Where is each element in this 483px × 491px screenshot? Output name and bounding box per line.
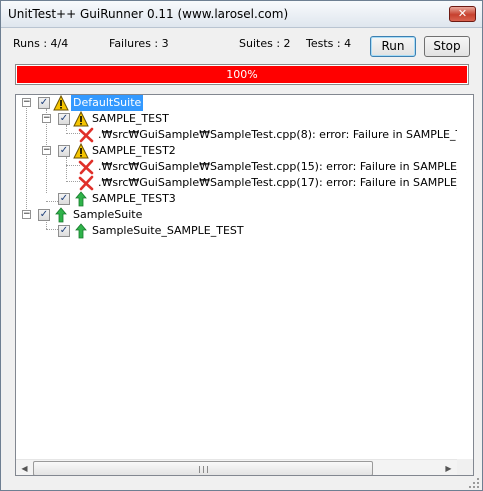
close-button[interactable]: ✕ <box>449 6 476 22</box>
node-label: .₩src₩GuiSample₩SampleTest.cpp(8): error… <box>98 128 457 141</box>
resize-grip-icon[interactable] <box>467 476 480 489</box>
scroll-right-icon[interactable]: ▶ <box>440 460 457 475</box>
node-checkbox[interactable]: ✓ <box>58 193 70 205</box>
collapse-toggle[interactable]: − <box>22 210 31 219</box>
node-checkbox[interactable]: ✓ <box>58 145 70 157</box>
node-label: DefaultSuite <box>71 95 144 111</box>
node-label: SAMPLE_TEST <box>92 112 169 125</box>
tests-count: Tests : 4 <box>306 37 352 50</box>
tree-node-error[interactable]: .₩src₩GuiSample₩SampleTest.cpp(17): erro… <box>16 175 457 191</box>
tree-node-sample-test[interactable]: − ✓ SAMPLE_TEST <box>16 111 457 127</box>
stop-button[interactable]: Stop <box>424 36 470 57</box>
tree-node-sample-test2[interactable]: − ✓ SAMPLE_TEST2 <box>16 143 457 159</box>
scroll-left-icon[interactable]: ◀ <box>16 460 33 475</box>
fail-x-icon <box>78 175 94 191</box>
pass-arrow-icon <box>55 207 67 223</box>
tree-node-error[interactable]: .₩src₩GuiSample₩SampleTest.cpp(15): erro… <box>16 159 457 175</box>
node-label: SAMPLE_TEST3 <box>92 192 176 205</box>
scroll-corner <box>457 459 473 475</box>
close-icon: ✕ <box>457 7 468 20</box>
warning-icon <box>73 111 89 127</box>
node-label: SampleSuite_SAMPLE_TEST <box>92 224 244 237</box>
main-content: Runs : 4/4 Failures : 3 Suites : 2 Tests… <box>1 28 482 490</box>
run-button[interactable]: Run <box>370 36 416 57</box>
window-title: UnitTest++ GuiRunner 0.11 (www.larosel.c… <box>8 7 289 21</box>
tree-node-sample-test3[interactable]: ✓ SAMPLE_TEST3 <box>16 191 457 207</box>
collapse-toggle[interactable]: − <box>42 146 51 155</box>
failures-count: Failures : 3 <box>109 37 169 50</box>
horizontal-scrollbar[interactable]: ◀ ▶ <box>16 459 457 475</box>
progress-bar: 100% <box>15 64 469 85</box>
runs-count: Runs : 4/4 <box>13 37 69 50</box>
app-window: UnitTest++ GuiRunner 0.11 (www.larosel.c… <box>0 0 483 491</box>
node-checkbox[interactable]: ✓ <box>38 209 50 221</box>
grip-icon <box>199 466 208 473</box>
warning-icon <box>53 95 69 111</box>
fail-x-icon <box>78 159 94 175</box>
pass-arrow-icon <box>75 191 87 207</box>
node-label: SAMPLE_TEST2 <box>92 144 176 157</box>
fail-x-icon <box>78 127 94 143</box>
progress-label: 100% <box>226 68 258 81</box>
node-label: SampleSuite <box>73 208 143 221</box>
tree-node-sample-suite-test[interactable]: ✓ SampleSuite_SAMPLE_TEST <box>16 223 457 239</box>
scroll-thumb[interactable] <box>33 461 373 475</box>
pass-arrow-icon <box>75 223 87 239</box>
tree-node-default-suite[interactable]: − ✓ DefaultSuite <box>16 95 457 111</box>
collapse-toggle[interactable]: − <box>42 114 51 123</box>
suites-count: Suites : 2 <box>239 37 291 50</box>
vertical-scroll-area <box>457 95 473 459</box>
tree-node-sample-suite[interactable]: − ✓ SampleSuite <box>16 207 457 223</box>
title-bar[interactable]: UnitTest++ GuiRunner 0.11 (www.larosel.c… <box>1 1 482 28</box>
warning-icon <box>73 143 89 159</box>
tree-node-error[interactable]: .₩src₩GuiSample₩SampleTest.cpp(8): error… <box>16 127 457 143</box>
node-checkbox[interactable]: ✓ <box>38 97 50 109</box>
collapse-toggle[interactable]: − <box>22 98 31 107</box>
node-label: .₩src₩GuiSample₩SampleTest.cpp(17): erro… <box>98 176 457 189</box>
test-tree[interactable]: − ✓ DefaultSuite − ✓ SAMPLE_TEST .₩src₩G… <box>15 94 474 476</box>
node-label: .₩src₩GuiSample₩SampleTest.cpp(15): erro… <box>98 160 457 173</box>
node-checkbox[interactable]: ✓ <box>58 225 70 237</box>
node-checkbox[interactable]: ✓ <box>58 113 70 125</box>
progress-fill: 100% <box>17 66 467 83</box>
tree-viewport: − ✓ DefaultSuite − ✓ SAMPLE_TEST .₩src₩G… <box>16 95 457 459</box>
